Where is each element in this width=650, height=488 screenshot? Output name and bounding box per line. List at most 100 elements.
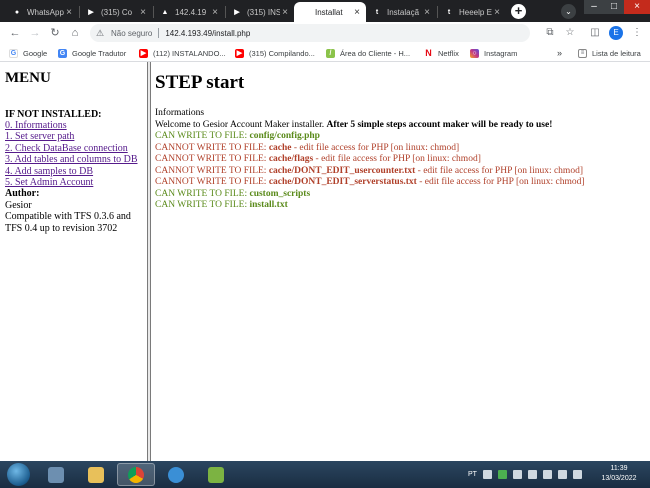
tab-close-icon[interactable]: × [352, 7, 362, 18]
bookmark-google-translate[interactable]: G Google Tradutor [58, 47, 126, 59]
tab-label: Instalaçã [387, 7, 420, 17]
tab-instalacao[interactable]: t Instalaçã × [366, 2, 436, 22]
tab-close-icon[interactable]: × [492, 7, 502, 18]
share-icon[interactable]: ⧉ [543, 26, 557, 40]
tab-label: WhatsApp [27, 7, 64, 17]
taskbar-app-chrome[interactable] [117, 463, 155, 486]
instagram-icon: ○ [470, 48, 479, 58]
reading-list-button[interactable]: ≡ Lista de leitura [578, 47, 641, 59]
tray-app-icon[interactable] [497, 470, 507, 479]
bookmark-youtube-instalando[interactable]: ▶ (112) INSTALANDO... [139, 47, 226, 59]
tab-label: Heeelp E [459, 7, 492, 17]
windows-taskbar: PT 11:39 13/03/2022 [0, 461, 650, 488]
file-check-line: CANNOT WRITE TO FILE: cache/DONT_EDIT_us… [155, 165, 583, 176]
bookmark-youtube-compilando[interactable]: ▶ (315) Compilando... [235, 47, 315, 59]
youtube-icon: ▶ [139, 48, 148, 58]
security-status[interactable]: Não seguro [111, 29, 152, 38]
menu-link-set-admin-account[interactable]: 5. Set Admin Account [5, 177, 142, 188]
menu-frame: MENU IF NOT INSTALLED: 0. Informations 1… [0, 62, 147, 461]
bookmark-google[interactable]: G Google [9, 47, 47, 59]
youtube-icon: ▶ [235, 48, 244, 58]
author-name: Gesior [5, 199, 32, 211]
back-arrow-icon[interactable]: ← [8, 26, 22, 40]
globe-icon: ◉ [301, 9, 309, 16]
youtube-icon: ▶ [234, 9, 240, 16]
frame-splitter[interactable] [147, 62, 151, 461]
start-button[interactable] [7, 463, 30, 486]
display-icon[interactable] [557, 470, 567, 479]
menu-link-add-tables[interactable]: 3. Add tables and columns to DB [5, 154, 142, 165]
reload-icon[interactable]: ↻ [48, 26, 62, 40]
whatsapp-icon: ● [14, 8, 20, 16]
window-close-button[interactable]: × [624, 0, 650, 14]
browser-toolbar: ← → ↻ ⌂ ⚠ Não seguro 142.4.193.49/instal… [0, 22, 650, 44]
keyboard-icon[interactable] [482, 470, 492, 479]
tab-close-icon[interactable]: × [422, 7, 432, 18]
folder-icon [88, 466, 104, 483]
tab-youtube-2[interactable]: ▶ (315) INS × [226, 2, 294, 22]
tab-heeelp[interactable]: t Heeelp E × [438, 2, 506, 22]
volume-icon[interactable] [572, 470, 582, 479]
informations-heading: Informations [155, 108, 205, 118]
tab-close-icon[interactable]: × [138, 7, 148, 18]
taskbar-app-cloud[interactable] [157, 463, 195, 486]
bookmark-client-area[interactable]: / Área do Cliente - H... [326, 47, 410, 59]
netflix-icon: N [424, 48, 433, 58]
network-icon[interactable] [512, 470, 522, 479]
bookmarks-overflow-button[interactable]: » [557, 47, 562, 59]
bookmark-star-icon[interactable]: ☆ [563, 26, 577, 40]
window-minimize-button[interactable]: – [584, 0, 604, 14]
new-tab-button[interactable]: + [511, 4, 526, 19]
browser-tab-strip: ● WhatsApp × ▶ (315) Co × ▲ 142.4.19 × ▶… [0, 0, 650, 22]
clock-date: 13/03/2022 [601, 475, 637, 482]
menu-link-add-samples[interactable]: 4. Add samples to DB [5, 166, 142, 177]
bookmarks-bar: G Google G Google Tradutor ▶ (112) INSTA… [0, 44, 650, 62]
cloud-app-icon [168, 466, 184, 483]
url-text[interactable]: 142.4.193.49/install.php [165, 29, 250, 38]
tab-search-icon[interactable]: ⌄ [561, 4, 576, 19]
file-check-line: CANNOT WRITE TO FILE: cache/flags - edit… [155, 154, 481, 164]
flag-icon[interactable] [542, 470, 552, 479]
author-label: Author: [5, 188, 40, 200]
taskbar-app-explorer[interactable] [37, 463, 75, 486]
tab-label: 142.4.19 [175, 7, 207, 17]
tab-installation-active[interactable]: ◉ Installat × [294, 2, 366, 22]
chrome-icon [128, 466, 144, 483]
window-maximize-button[interactable]: □ [604, 0, 624, 14]
tibia-icon: t [375, 8, 379, 16]
home-icon[interactable]: ⌂ [68, 26, 82, 40]
taskbar-app-folder[interactable] [77, 463, 115, 486]
menu-kebab-icon[interactable]: ⋮ [630, 26, 644, 40]
menu-link-set-server-path[interactable]: 1. Set server path [5, 131, 142, 142]
warning-icon[interactable]: ⚠ [96, 28, 106, 38]
tab-ip-address[interactable]: ▲ 142.4.19 × [154, 2, 224, 22]
tab-close-icon[interactable]: × [280, 7, 290, 18]
tab-label: (315) Co [101, 7, 133, 17]
menu-link-informations[interactable]: 0. Informations [5, 120, 142, 131]
tab-youtube-1[interactable]: ▶ (315) Co × [80, 2, 152, 22]
bookmark-instagram[interactable]: ○ Instagram [470, 47, 517, 59]
bluetooth-icon[interactable] [527, 470, 537, 479]
compatibility-line-2: TFS 0.4 up to revision 3702 [5, 222, 118, 234]
tab-close-icon[interactable]: × [210, 7, 220, 18]
address-bar[interactable]: ⚠ Não seguro 142.4.193.49/install.php [90, 24, 530, 42]
extensions-icon[interactable]: ◫ [588, 26, 602, 40]
tab-close-icon[interactable]: × [64, 7, 74, 18]
clock-time: 11:39 [610, 465, 628, 472]
menu-title: MENU [5, 70, 51, 86]
profile-avatar[interactable]: E [609, 26, 623, 40]
file-check-line: CAN WRITE TO FILE: install.txt [155, 200, 288, 210]
system-clock[interactable]: 11:39 13/03/2022 [599, 464, 639, 484]
web-page: MENU IF NOT INSTALLED: 0. Informations 1… [0, 62, 650, 461]
file-check-line: CAN WRITE TO FILE: config/config.php [155, 131, 320, 141]
reading-list-icon: ≡ [578, 48, 587, 58]
forward-arrow-icon[interactable]: → [28, 26, 42, 40]
language-indicator[interactable]: PT [468, 471, 477, 478]
tab-whatsapp[interactable]: ● WhatsApp × [6, 2, 78, 22]
translate-icon: G [58, 48, 67, 58]
client-area-icon: / [326, 48, 335, 58]
menu-link-check-database[interactable]: 2. Check DataBase connection [5, 143, 142, 154]
bookmark-netflix[interactable]: N Netflix [424, 47, 459, 59]
system-tray: PT 11:39 13/03/2022 [462, 461, 650, 488]
taskbar-app-notepad[interactable] [197, 463, 235, 486]
